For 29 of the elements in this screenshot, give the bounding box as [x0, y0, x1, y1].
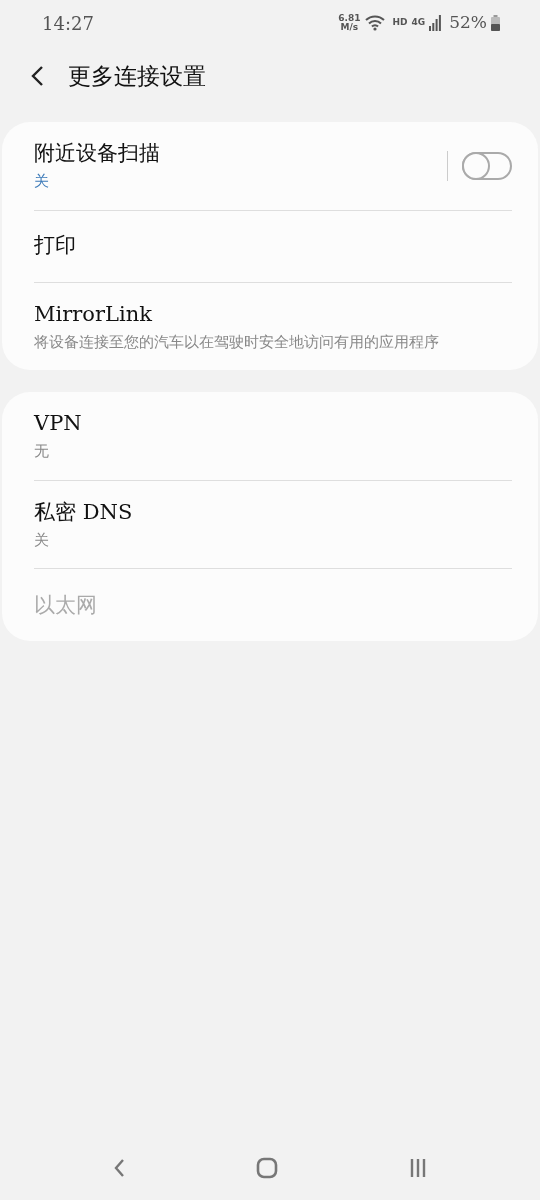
- settings-item[interactable]: 附近设备扫描 关: [34, 122, 512, 211]
- back-icon[interactable]: [30, 65, 44, 87]
- item-title: 打印: [34, 232, 77, 260]
- network-label: 4G: [411, 16, 426, 30]
- item-summary: 关: [34, 171, 50, 192]
- toggle-switch[interactable]: [462, 151, 512, 180]
- settings-item[interactable]: 私密 DNS 关: [34, 480, 512, 570]
- item-title: VPN: [34, 410, 83, 438]
- item-title: MirrorLink: [34, 300, 153, 328]
- item-summary: 将设备连接至您的汽车以在驾驶时安全地访问有用的应用程序: [34, 331, 440, 353]
- signal-icon: [429, 15, 442, 31]
- recents-icon[interactable]: [408, 1158, 427, 1178]
- battery-percent: 52%: [449, 11, 487, 35]
- speed-unit: M/s: [339, 23, 360, 32]
- settings-item[interactable]: 打印: [34, 210, 512, 283]
- hd-label: HD: [392, 16, 408, 30]
- item-title: 以太网: [34, 591, 98, 619]
- item-summary: 无: [34, 441, 50, 462]
- item-title: 附近设备扫描: [34, 140, 161, 167]
- page-title: 更多连接设置: [68, 61, 206, 91]
- wifi-icon: [364, 15, 385, 31]
- status-time: 14:27: [42, 11, 94, 36]
- item-title: 私密 DNS: [34, 498, 134, 526]
- battery-icon: [491, 15, 500, 31]
- speed-value: 6.81: [338, 14, 361, 23]
- item-summary: 关: [34, 529, 50, 551]
- home-icon[interactable]: [256, 1157, 278, 1179]
- settings-item[interactable]: VPN 无: [34, 392, 512, 481]
- settings-item[interactable]: MirrorLink 将设备连接至您的汽车以在驾驶时安全地访问有用的应用程序: [34, 282, 512, 371]
